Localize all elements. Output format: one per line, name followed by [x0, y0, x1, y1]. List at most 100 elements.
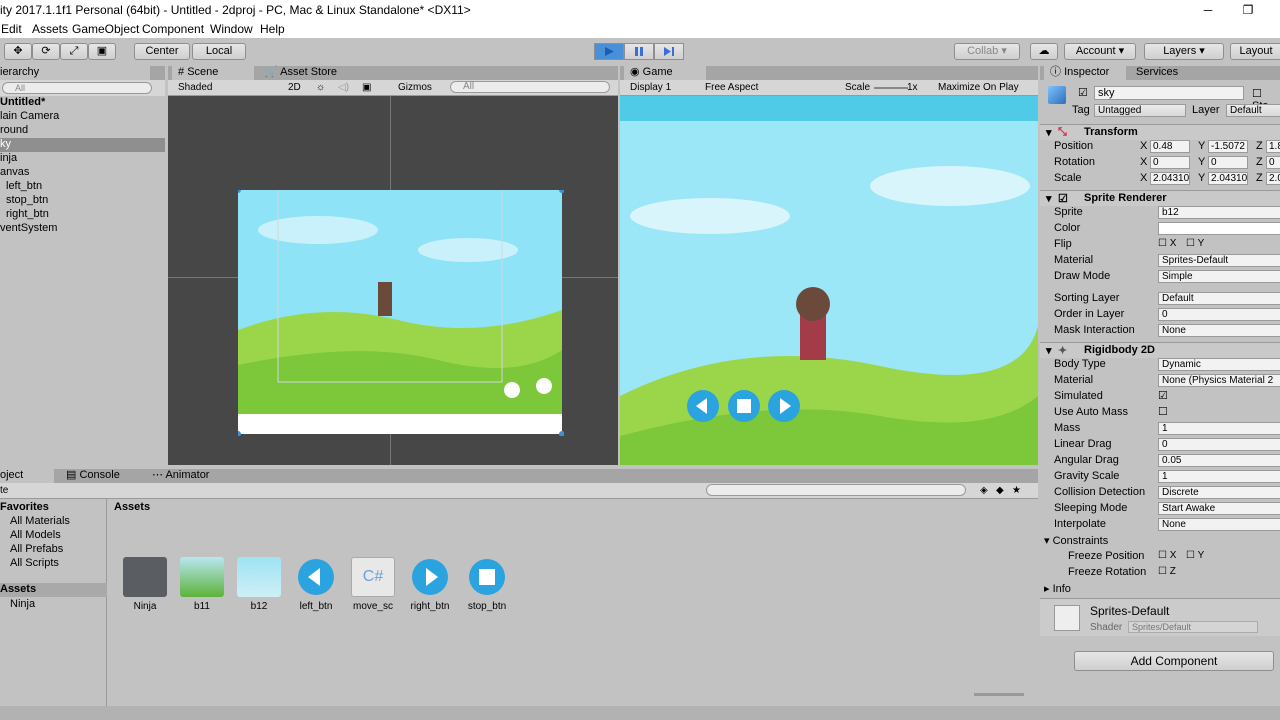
gizmos-dropdown[interactable]: Gizmos — [398, 82, 432, 93]
account-dropdown[interactable]: Account ▾ — [1064, 43, 1136, 60]
2d-toggle[interactable]: 2D — [288, 82, 301, 93]
move-tool-icon[interactable]: ✥ — [4, 43, 32, 60]
tab-animator[interactable]: ⋯ Animator — [146, 469, 215, 483]
asset-item[interactable]: right_btn — [402, 557, 458, 612]
scale-tool-icon[interactable]: ⤢ — [60, 43, 88, 60]
game-stop-button[interactable] — [727, 389, 761, 423]
menu-window[interactable]: Window — [210, 22, 253, 36]
asset-item[interactable]: b11 — [174, 557, 230, 612]
sprite-renderer-header[interactable]: ▾ ☑ Sprite Renderer — [1040, 190, 1280, 206]
cloud-icon[interactable]: ☁ — [1030, 43, 1058, 60]
hierarchy-item-left-btn[interactable]: left_btn — [6, 180, 42, 194]
step-button[interactable] — [654, 43, 684, 60]
sprite-field[interactable]: b12 — [1158, 206, 1280, 219]
menu-help[interactable]: Help — [260, 22, 285, 36]
tab-project[interactable]: oject — [0, 469, 54, 483]
hierarchy-item-sky[interactable]: ky — [0, 138, 165, 152]
scale-x-field[interactable]: 2.04310 — [1150, 172, 1190, 185]
freeze-pos-x-checkbox[interactable]: ☐ X — [1158, 550, 1176, 561]
maximize-button[interactable]: ❐ — [1228, 0, 1268, 20]
filter-label-icon[interactable]: ◆ — [996, 485, 1004, 496]
position-z-field[interactable]: 1.8 — [1266, 140, 1280, 153]
favorite-all-prefabs[interactable]: All Prefabs — [10, 543, 63, 555]
display-dropdown[interactable]: Display 1 — [630, 82, 671, 93]
rotation-y-field[interactable]: 0 — [1208, 156, 1248, 169]
asset-item[interactable]: C# move_sc — [345, 557, 401, 612]
active-checkbox[interactable]: ☑ — [1078, 86, 1088, 99]
info-foldout[interactable]: ▸ Info — [1044, 582, 1071, 598]
shader-dropdown[interactable]: Sprites/Default — [1128, 621, 1258, 633]
simulated-checkbox[interactable]: ☑ — [1158, 389, 1168, 402]
menu-assets[interactable]: Assets — [32, 22, 68, 36]
scale-z-field[interactable]: 2.0 — [1266, 172, 1280, 185]
assets-ninja-folder[interactable]: Ninja — [10, 598, 35, 610]
tab-services[interactable]: Services — [1130, 66, 1184, 80]
object-name-field[interactable]: sky — [1094, 86, 1244, 100]
scale-y-field[interactable]: 2.04310 — [1208, 172, 1248, 185]
menu-gameobject[interactable]: GameObject — [72, 22, 139, 36]
favorites-header[interactable]: Favorites — [0, 501, 49, 513]
hierarchy-search-input[interactable]: All — [2, 82, 152, 94]
collab-button[interactable]: Collab ▾ — [954, 43, 1020, 60]
mass-field[interactable]: 1 — [1158, 422, 1280, 435]
color-field[interactable] — [1158, 222, 1280, 235]
game-right-button[interactable] — [767, 389, 801, 423]
sky-sprite[interactable] — [238, 190, 564, 436]
hierarchy-item-eventsystem[interactable]: ventSystem — [0, 222, 57, 236]
minimize-button[interactable]: ─ — [1188, 0, 1228, 20]
tab-hierarchy[interactable]: ierarchy — [0, 66, 150, 80]
rotation-x-field[interactable]: 0 — [1150, 156, 1190, 169]
tab-scene[interactable]: # Scene — [172, 66, 254, 80]
freeze-rot-z-checkbox[interactable]: ☐ Z — [1158, 566, 1176, 577]
hierarchy-item-ground[interactable]: round — [0, 124, 28, 138]
aspect-dropdown[interactable]: Free Aspect — [705, 82, 758, 93]
rb-material-field[interactable]: None (Physics Material 2 — [1158, 374, 1280, 387]
constraints-foldout[interactable]: ▾ Constraints — [1044, 534, 1108, 550]
hierarchy-item-stop-btn[interactable]: stop_btn — [6, 194, 48, 208]
tab-game[interactable]: ◉ Game — [624, 66, 706, 80]
gravity-field[interactable]: 1 — [1158, 470, 1280, 483]
auto-mass-checkbox[interactable]: ☐ — [1158, 405, 1168, 418]
scene-root[interactable]: Untitled* — [0, 96, 45, 110]
flip-y-checkbox[interactable]: ☐ Y — [1186, 238, 1204, 249]
effects-icon[interactable]: ▣ — [362, 82, 371, 93]
rigidbody-header[interactable]: ▾ ✦ Rigidbody 2D — [1040, 342, 1280, 358]
rotate-tool-icon[interactable]: ⟳ — [32, 43, 60, 60]
order-field[interactable]: 0 — [1158, 308, 1280, 321]
favorite-all-models[interactable]: All Models — [10, 529, 61, 541]
rect-tool-icon[interactable]: ▣ — [88, 43, 116, 60]
flip-x-checkbox[interactable]: ☐ X — [1158, 238, 1176, 249]
hierarchy-item-canvas[interactable]: anvas — [0, 166, 29, 180]
transform-header[interactable]: ▾ ⤡ Transform — [1040, 124, 1280, 140]
asset-item[interactable]: left_btn — [288, 557, 344, 612]
asset-item[interactable]: b12 — [231, 557, 287, 612]
play-button[interactable] — [594, 43, 624, 60]
hierarchy-item-ninja[interactable]: inja — [0, 152, 17, 166]
material-field[interactable]: Sprites-Default — [1158, 254, 1280, 267]
hierarchy-item-main-camera[interactable]: lain Camera — [0, 110, 59, 124]
filter-type-icon[interactable]: ◈ — [980, 485, 988, 496]
sleeping-dropdown[interactable]: Start Awake — [1158, 502, 1280, 515]
collision-dropdown[interactable]: Discrete — [1158, 486, 1280, 499]
audio-icon[interactable]: ◁) — [338, 82, 349, 93]
favorite-icon[interactable]: ★ — [1012, 485, 1021, 496]
layers-dropdown[interactable]: Layers ▾ — [1144, 43, 1224, 60]
interpolate-dropdown[interactable]: None — [1158, 518, 1280, 531]
angular-drag-field[interactable]: 0.05 — [1158, 454, 1280, 467]
scene-view[interactable] — [168, 96, 618, 465]
pivot-local-button[interactable]: Local — [192, 43, 246, 60]
tab-asset-store[interactable]: 🛒 Asset Store — [258, 66, 343, 80]
tab-inspector[interactable]: ⓘ Inspector — [1044, 66, 1126, 80]
lighting-icon[interactable]: ☼ — [316, 82, 325, 93]
body-type-dropdown[interactable]: Dynamic — [1158, 358, 1280, 371]
mask-dropdown[interactable]: None — [1158, 324, 1280, 337]
menu-edit[interactable]: Edit — [1, 22, 22, 36]
linear-drag-field[interactable]: 0 — [1158, 438, 1280, 451]
create-dropdown[interactable]: te — [0, 485, 8, 496]
tag-dropdown[interactable]: Untagged — [1094, 104, 1186, 117]
maximize-on-play-toggle[interactable]: Maximize On Play — [938, 82, 1019, 93]
scale-slider[interactable] — [874, 87, 908, 89]
position-y-field[interactable]: -1.5072 — [1208, 140, 1248, 153]
asset-item[interactable]: stop_btn — [459, 557, 515, 612]
favorite-all-materials[interactable]: All Materials — [10, 515, 70, 527]
